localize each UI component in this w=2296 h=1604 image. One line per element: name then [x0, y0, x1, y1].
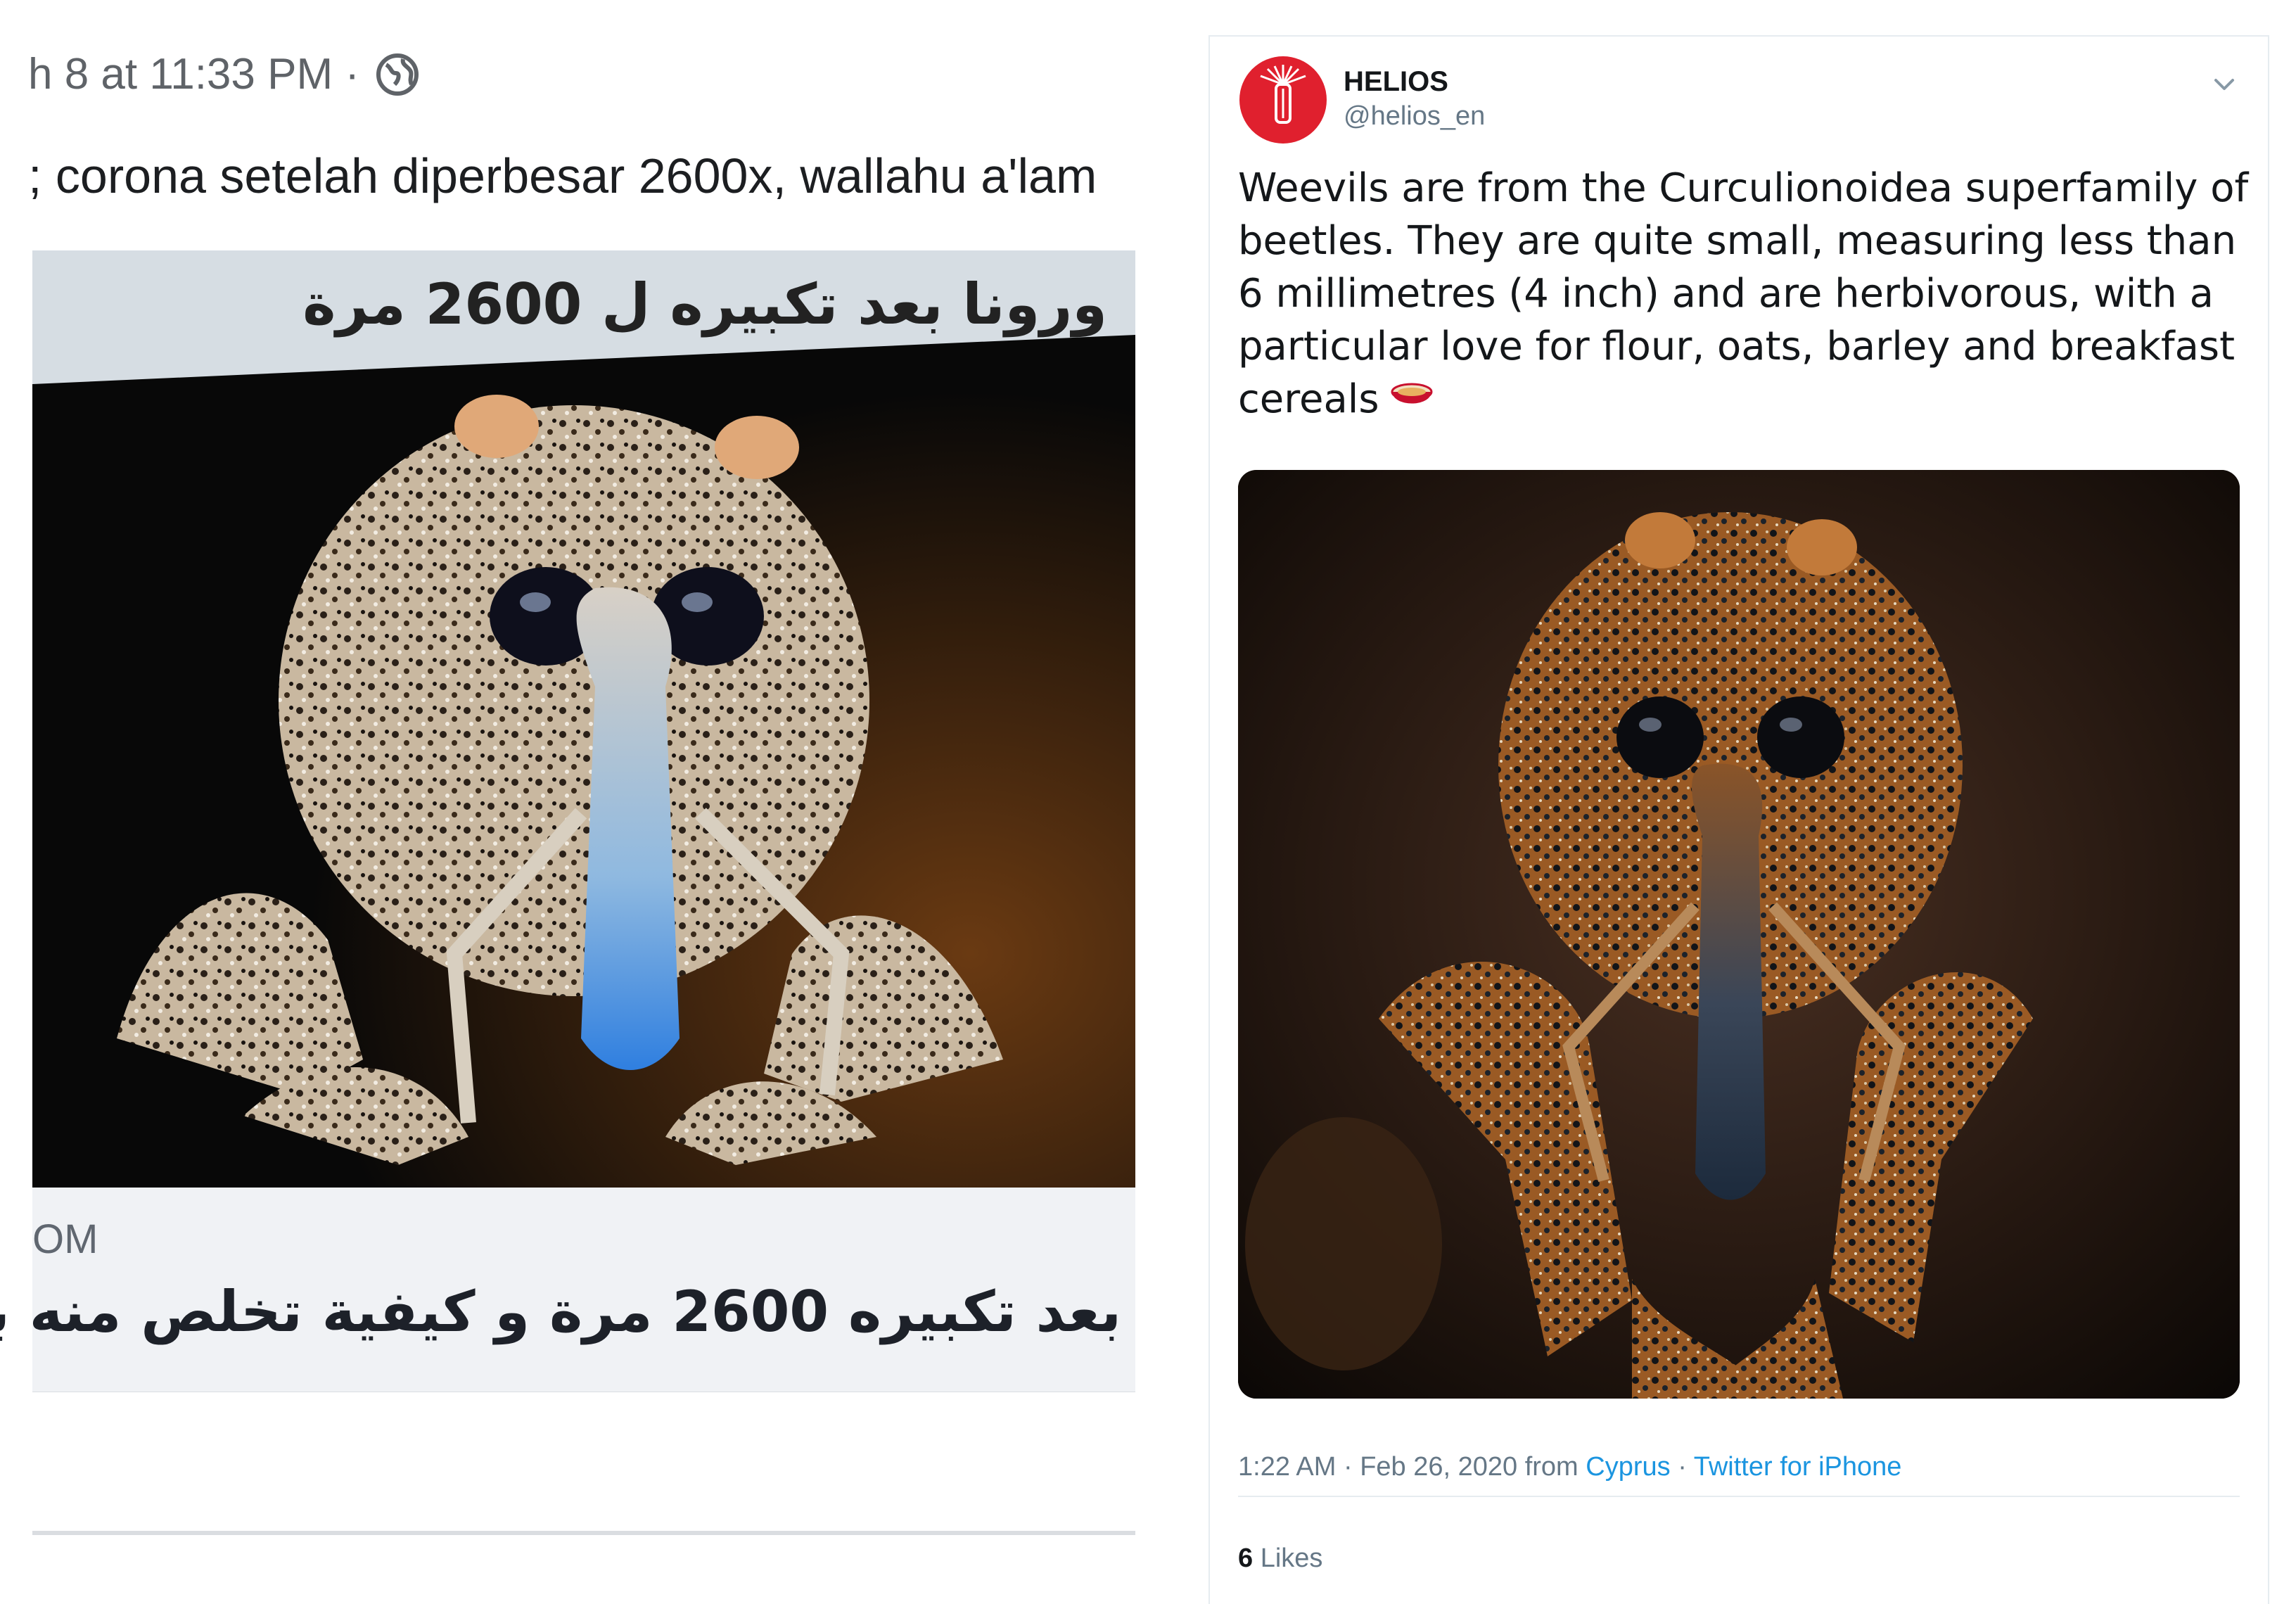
source-link[interactable]: Twitter for iPhone	[1694, 1452, 1902, 1482]
link-title[interactable]: بعد تكبيره 2600 مرة و كيفية تخلص منه بإذ…	[0, 1279, 1121, 1344]
link-preview[interactable]: OM بعد تكبيره 2600 مرة و كيفية تخلص منه …	[0, 1188, 1135, 1392]
avatar[interactable]	[1239, 56, 1327, 144]
bowl-icon	[1389, 375, 1434, 428]
likes-count: 6	[1238, 1543, 1254, 1573]
weevil-photo	[1238, 470, 2240, 1399]
user-handle[interactable]: @helios_en	[1344, 101, 1485, 132]
divider	[1238, 1496, 2240, 1497]
globe-icon	[375, 52, 420, 97]
tweet-timestamp[interactable]: 1:22 AM · Feb 26, 2020 from	[1238, 1452, 1586, 1482]
likes-label: Likes	[1253, 1543, 1323, 1573]
post-caption: ; corona setelah diperbesar 2600x, walla…	[28, 148, 1097, 203]
post-divider	[32, 1531, 1135, 1535]
weevil-photo-low-quality	[32, 250, 1135, 1188]
meta-separator: ·	[1670, 1452, 1694, 1482]
link-domain: OM	[32, 1216, 98, 1262]
helios-logo-icon	[1260, 65, 1306, 124]
display-name[interactable]: HELIOS	[1344, 66, 1448, 98]
tweet-photo[interactable]	[1238, 470, 2240, 1399]
post-image[interactable]: ورونا بعد تكبيره ل 2600 مرة	[32, 250, 1135, 1188]
location-link[interactable]: Cyprus	[1586, 1452, 1670, 1482]
image-banner-text: ورونا بعد تكبيره ل 2600 مرة	[302, 272, 1107, 337]
chevron-down-icon[interactable]	[2203, 63, 2245, 106]
tweet-text: Weevils are from the Curculionoidea supe…	[1238, 162, 2251, 428]
tweet-card: HELIOS @helios_en Weevils are from the C…	[1208, 35, 2269, 1604]
tweet-meta: 1:22 AM · Feb 26, 2020 from Cyprus · Twi…	[1238, 1452, 1901, 1482]
post-timestamp[interactable]: h 8 at 11:33 PM ·	[28, 49, 420, 99]
likes-stat[interactable]: 6 Likes	[1238, 1543, 1322, 1574]
facebook-post: h 8 at 11:33 PM · ; corona setelah diper…	[0, 0, 1140, 1596]
post-timestamp-text[interactable]: h 8 at 11:33 PM ·	[28, 49, 359, 99]
